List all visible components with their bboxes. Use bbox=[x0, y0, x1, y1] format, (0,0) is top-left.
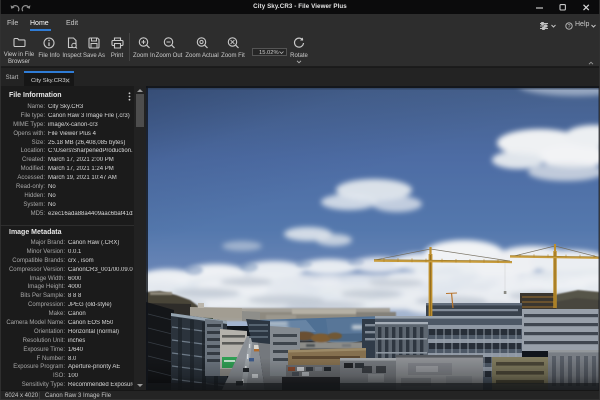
svg-text:?: ? bbox=[568, 24, 571, 30]
